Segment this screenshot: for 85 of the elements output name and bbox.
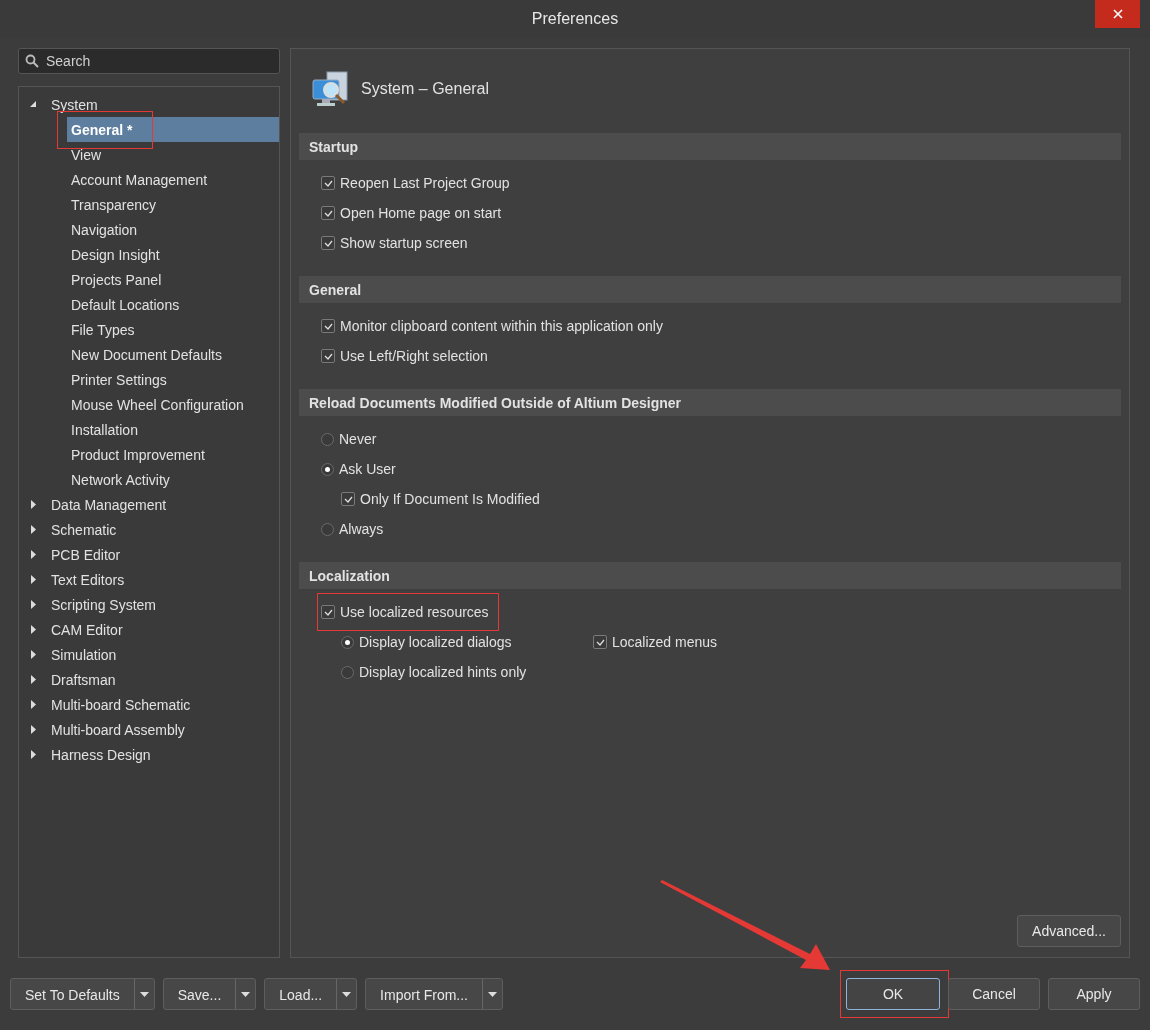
tree-item[interactable]: File Types: [19, 317, 279, 342]
footer-button[interactable]: OK: [846, 978, 940, 1010]
checkbox[interactable]: [593, 635, 607, 649]
option-label: Open Home page on start: [340, 205, 502, 221]
tree-item[interactable]: Mouse Wheel Configuration: [19, 392, 279, 417]
caret-icon: [342, 991, 352, 997]
tree-item[interactable]: Installation: [19, 417, 279, 442]
close-button[interactable]: [1095, 0, 1140, 28]
tree-item[interactable]: Scripting System: [47, 596, 161, 613]
option-label: Display localized dialogs: [359, 634, 512, 650]
search-icon: [25, 54, 39, 68]
advanced-button[interactable]: Advanced...: [1017, 915, 1121, 947]
option-label: Use Left/Right selection: [340, 348, 488, 364]
option-label: Show startup screen: [340, 235, 468, 251]
option-label: Never: [339, 431, 377, 447]
tree-item[interactable]: Transparency: [19, 192, 279, 217]
collapsed-triangle-icon[interactable]: [30, 525, 36, 534]
tree-item[interactable]: Simulation: [47, 646, 121, 663]
tree-item[interactable]: Data Management: [47, 496, 171, 513]
tree-item[interactable]: Multi-board Assembly: [47, 721, 189, 738]
section-header: Reload Documents Modified Outside of Altium Designer: [299, 389, 1121, 416]
tree-item[interactable]: Text Editors: [47, 571, 129, 588]
tree-item[interactable]: Harness Design: [47, 746, 155, 763]
option-label: Use localized resources: [340, 604, 489, 620]
tree-item[interactable]: Multi-board Schematic: [47, 696, 195, 713]
collapsed-triangle-icon[interactable]: [30, 675, 36, 684]
checkbox[interactable]: [341, 492, 355, 506]
tree-item[interactable]: Design Insight: [19, 242, 279, 267]
collapsed-triangle-icon[interactable]: [30, 700, 36, 709]
tree-item[interactable]: Default Locations: [19, 292, 279, 317]
option-label: Localized menus: [612, 634, 718, 650]
section-header: Localization: [299, 562, 1121, 589]
caret-icon: [488, 991, 497, 997]
caret-icon: [139, 991, 149, 997]
option-label: Always: [339, 521, 384, 537]
collapsed-triangle-icon[interactable]: [30, 725, 36, 734]
tree-item[interactable]: Projects Panel: [19, 267, 279, 292]
search-field[interactable]: Search: [44, 52, 248, 70]
collapsed-triangle-icon[interactable]: [30, 600, 36, 609]
checkbox[interactable]: [321, 236, 335, 250]
tree-item[interactable]: Schematic: [47, 521, 121, 538]
option-label: Reopen Last Project Group: [340, 175, 510, 191]
window-title: Preferences: [531, 10, 619, 28]
tree-item[interactable]: Printer Settings: [19, 367, 279, 392]
tree-item[interactable]: Product Improvement: [19, 442, 279, 467]
tree-item[interactable]: Account Management: [19, 167, 279, 192]
expanded-triangle-icon[interactable]: [29, 101, 37, 108]
radio-button[interactable]: [321, 432, 334, 446]
section-header: Startup: [299, 133, 1121, 160]
tree-item[interactable]: System: [47, 96, 102, 113]
checkbox[interactable]: [321, 605, 335, 619]
collapsed-triangle-icon[interactable]: [30, 750, 36, 759]
radio-button[interactable]: [321, 462, 334, 476]
tree-item[interactable]: View: [19, 142, 279, 167]
collapsed-triangle-icon[interactable]: [30, 500, 36, 509]
tree-item[interactable]: Draftsman: [47, 671, 120, 688]
tree-item[interactable]: Network Activity: [19, 467, 279, 492]
checkbox[interactable]: [321, 206, 335, 220]
tree-item[interactable]: Navigation: [19, 217, 279, 242]
computer-magnifier-icon: [311, 70, 349, 108]
option-label: Ask User: [339, 461, 396, 477]
tree-item[interactable]: General *: [67, 117, 279, 142]
footer-button[interactable]: Cancel: [948, 978, 1040, 1010]
collapsed-triangle-icon[interactable]: [30, 625, 36, 634]
footer-button[interactable]: Apply: [1048, 978, 1140, 1010]
section-header: General: [299, 276, 1121, 303]
close-icon: [1112, 9, 1123, 19]
collapsed-triangle-icon[interactable]: [30, 550, 36, 559]
checkbox[interactable]: [321, 176, 335, 190]
search-box[interactable]: Search: [18, 48, 280, 74]
checkbox[interactable]: [321, 319, 335, 333]
tree-item[interactable]: CAM Editor: [47, 621, 127, 638]
radio-button[interactable]: [341, 665, 354, 679]
tree-item[interactable]: PCB Editor: [47, 546, 125, 563]
caret-icon: [241, 991, 251, 997]
collapsed-triangle-icon[interactable]: [30, 575, 36, 584]
page-title: System – General: [361, 80, 490, 98]
radio-button[interactable]: [341, 635, 354, 649]
option-label: Display localized hints only: [359, 664, 527, 680]
checkbox[interactable]: [321, 349, 335, 363]
option-label: Only If Document Is Modified: [360, 491, 540, 507]
collapsed-triangle-icon[interactable]: [30, 650, 36, 659]
option-label: Monitor clipboard content within this application only: [340, 318, 663, 334]
radio-button[interactable]: [321, 522, 334, 536]
tree-item[interactable]: New Document Defaults: [19, 342, 279, 367]
